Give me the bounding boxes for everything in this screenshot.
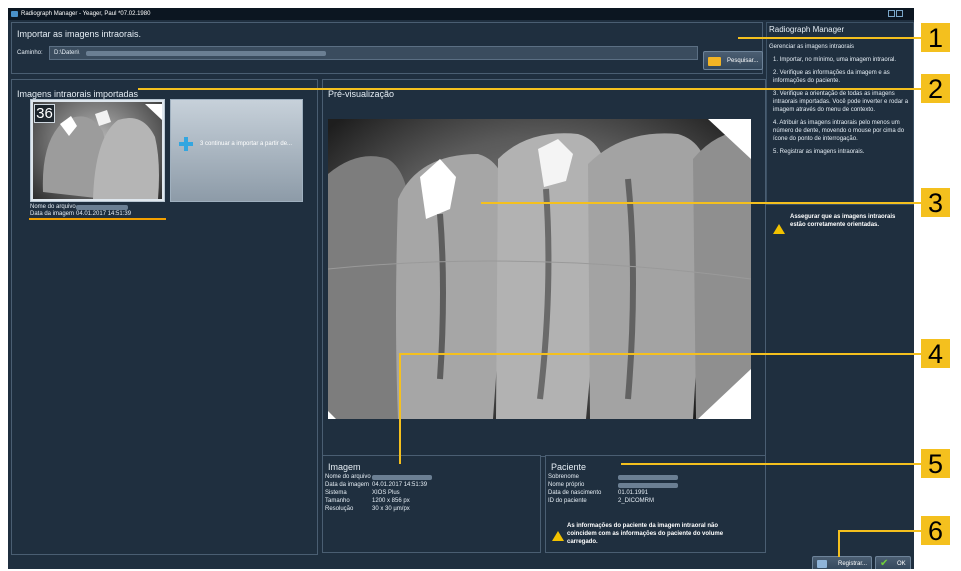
app-icon <box>11 11 18 17</box>
search-button[interactable]: Pesquisar... <box>703 51 763 70</box>
search-button-label: Pesquisar... <box>727 58 759 64</box>
patient-title: Paciente <box>551 462 587 472</box>
thumbnail-filename-label: Nome do arquivo <box>30 204 76 210</box>
window-controls <box>888 10 904 18</box>
import-panel: Importar as imagens intraorais. Caminho:… <box>11 22 763 74</box>
image-info-row-label: Tamanho <box>325 498 350 504</box>
image-thumbnail[interactable]: 36 <box>30 99 165 202</box>
register-button-label: Registrar... <box>838 561 868 567</box>
callout-line-4-h <box>399 353 921 355</box>
imported-title: Imagens intraorais importadas <box>17 89 139 99</box>
path-label: Caminho: <box>17 50 43 56</box>
image-info-title: Imagem <box>328 462 361 472</box>
xray-preview[interactable] <box>328 119 751 419</box>
sidebar-step: 1. Importar, no mínimo, uma imagem intra… <box>773 57 897 63</box>
ok-button-label: OK <box>897 561 906 567</box>
title-bar: Radiograph Manager - Yeager, Paul *07.02… <box>8 8 914 20</box>
image-info-row-blurred-value <box>372 475 432 480</box>
callout-line-6-h <box>838 530 921 532</box>
patient-row-blurred-value <box>618 475 678 480</box>
sidebar-step: 2. Verifique as informações da imagem e … <box>773 70 890 84</box>
callout-line-1 <box>738 37 921 39</box>
folder-icon <box>708 57 721 66</box>
checkmark-icon: ✔ <box>880 558 889 569</box>
callout-line-3 <box>481 202 921 204</box>
callout-line-4-v <box>399 353 401 464</box>
image-info-panel: Imagem <box>322 455 541 553</box>
sidebar-warning-text: Assegurar que as imagens intraorais estã… <box>790 214 896 228</box>
thumbnail-filename-blurred <box>76 205 128 210</box>
preview-title: Pré-visualização <box>328 89 395 99</box>
image-info-row-value: XIOS Plus <box>372 490 400 496</box>
sidebar-title: Radiograph Manager <box>769 25 845 34</box>
image-info-row-label: Resolução <box>325 506 354 512</box>
callout-line-2 <box>138 88 921 90</box>
callout-line-6-v <box>838 530 840 557</box>
path-value: D:\Daten\ <box>54 50 80 56</box>
continue-import-tile[interactable]: 3 continuar a importar a partir de... <box>170 99 303 202</box>
sidebar-step: 3. Verifique a orientação de todas as im… <box>773 91 909 113</box>
patient-row-label: ID do paciente <box>548 498 587 504</box>
patient-row-label: Nome próprio <box>548 482 585 488</box>
image-info-row-value: 04.01.2017 14:51:39 <box>372 482 428 488</box>
register-button[interactable]: Registrar... <box>812 556 872 569</box>
image-info-row-label: Nome do arquivo <box>325 474 371 480</box>
image-info-row-label: Data da imagem <box>325 482 370 488</box>
callout-1: 1 <box>921 23 950 53</box>
fullscreen-icon[interactable] <box>896 10 903 17</box>
image-info-row-label: Sistema <box>325 490 347 496</box>
sidebar-subtitle: Gerenciar as imagens intraorais <box>769 44 855 50</box>
path-blurred <box>86 51 326 56</box>
callout-line-5 <box>621 463 921 465</box>
patient-row-blurred-value <box>618 483 678 488</box>
patient-row-label: Data de nascimento <box>548 490 602 496</box>
path-input[interactable]: D:\Daten\ <box>49 46 698 60</box>
window-title: Radiograph Manager - Yeager, Paul *07.02… <box>21 11 151 17</box>
warning-icon <box>552 531 564 541</box>
callout-2: 2 <box>921 74 950 104</box>
sidebar-steps: 1. Importar, no mínimo, uma imagem intra… <box>773 56 909 161</box>
sidebar-step: 5. Registrar as imagens intraorais. <box>773 149 865 155</box>
patient-row-value: 2_DICOMRM <box>618 498 655 504</box>
selection-underline <box>29 218 166 220</box>
minimize-icon[interactable] <box>888 10 895 17</box>
import-title: Importar as imagens intraorais. <box>17 29 142 39</box>
image-info-row-value: 1200 x 856 px <box>372 498 410 504</box>
callout-5: 5 <box>921 449 950 479</box>
thumbnail-date-label: Data da imagem <box>30 211 75 217</box>
continue-import-label: 3 continuar a importar a partir de... <box>200 141 293 147</box>
sidebar-warning-icon <box>773 224 785 234</box>
callout-3: 3 <box>921 188 950 218</box>
patient-row-label: Sobrenome <box>548 474 580 480</box>
callout-6: 6 <box>921 516 950 546</box>
callout-4: 4 <box>921 339 950 369</box>
ok-button[interactable]: ✔ OK <box>875 556 911 569</box>
sidebar-step: 4. Atribuir às imagens intraorais pelo m… <box>773 120 905 142</box>
register-icon <box>817 560 827 568</box>
patient-row-value: 01.01.1991 <box>618 490 649 496</box>
image-info-row-value: 30 x 30 µm/px <box>372 506 410 512</box>
tooth-number-badge[interactable]: 36 <box>34 104 55 123</box>
app-window: Radiograph Manager - Yeager, Paul *07.02… <box>8 8 914 569</box>
xray-image-svg <box>328 119 751 419</box>
sidebar-panel: Radiograph Manager Gerenciar as imagens … <box>766 22 914 205</box>
patient-warning-text: As informações do paciente da imagem int… <box>567 523 724 545</box>
thumbnail-date-value: 04.01.2017 14:51:39 <box>76 211 132 217</box>
